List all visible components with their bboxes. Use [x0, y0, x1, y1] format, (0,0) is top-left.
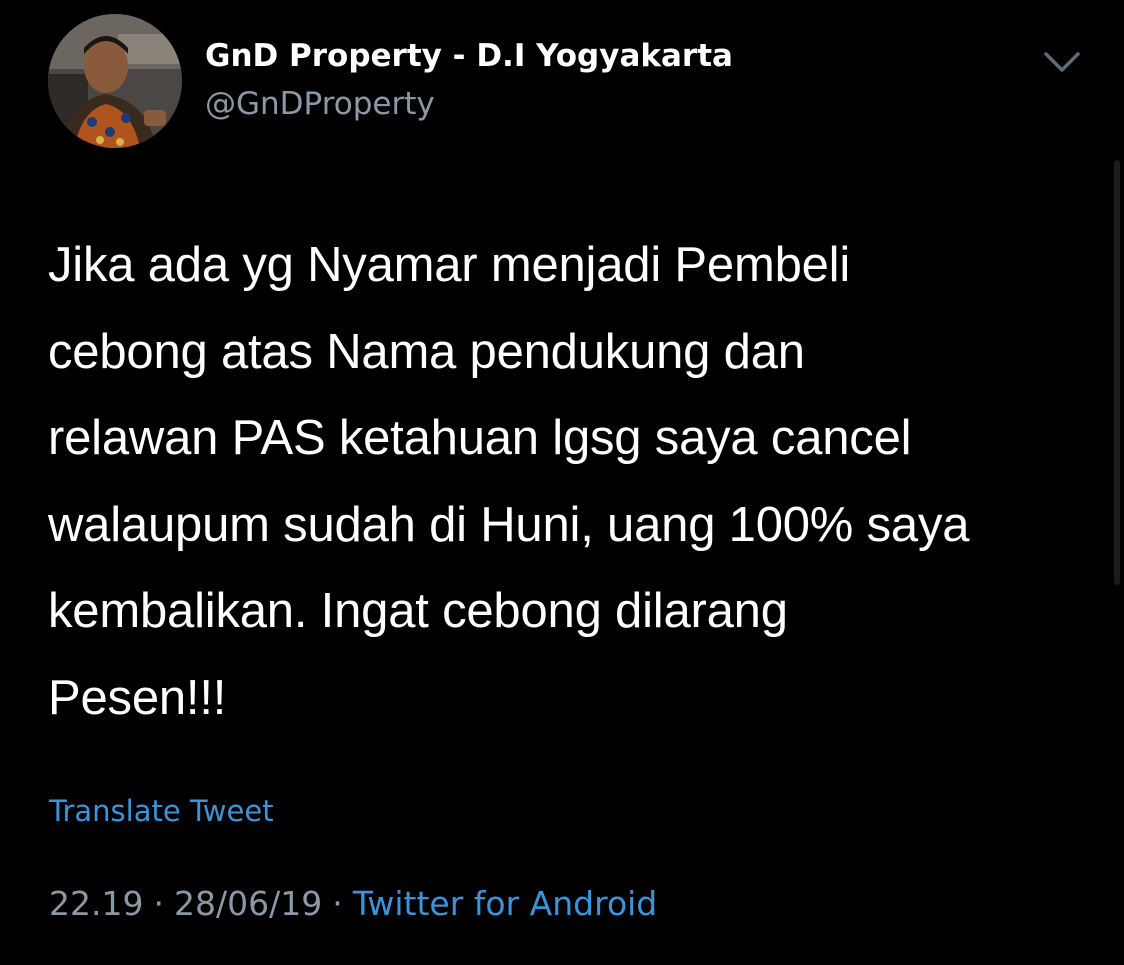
avatar[interactable]: [48, 14, 182, 148]
tweet-date: 28/06/19: [173, 884, 323, 923]
chevron-down-icon: [1044, 52, 1080, 72]
meta-separator: ·: [153, 884, 164, 923]
tweet-time: 22.19: [49, 884, 144, 923]
translate-tweet-link[interactable]: Translate Tweet: [49, 791, 274, 831]
tweet-source-link[interactable]: Twitter for Android: [353, 884, 658, 923]
tweet-body-text: Jika ada yg Nyamar menjadi Pembeli cebon…: [48, 238, 970, 725]
avatar-photo-icon: [48, 14, 182, 148]
tweet-meta: 22.19 · 28/06/19 · Twitter for Android: [49, 882, 657, 926]
tweet-card: GnD Property - D.I Yogyakarta @GnDProper…: [0, 0, 1124, 965]
meta-separator: ·: [332, 884, 343, 923]
author-handle[interactable]: @GnDProperty: [205, 84, 435, 124]
scrollbar[interactable]: [1114, 160, 1120, 585]
tweet-menu-button[interactable]: [1040, 44, 1084, 80]
author-display-name[interactable]: GnD Property - D.I Yogyakarta: [205, 36, 733, 76]
